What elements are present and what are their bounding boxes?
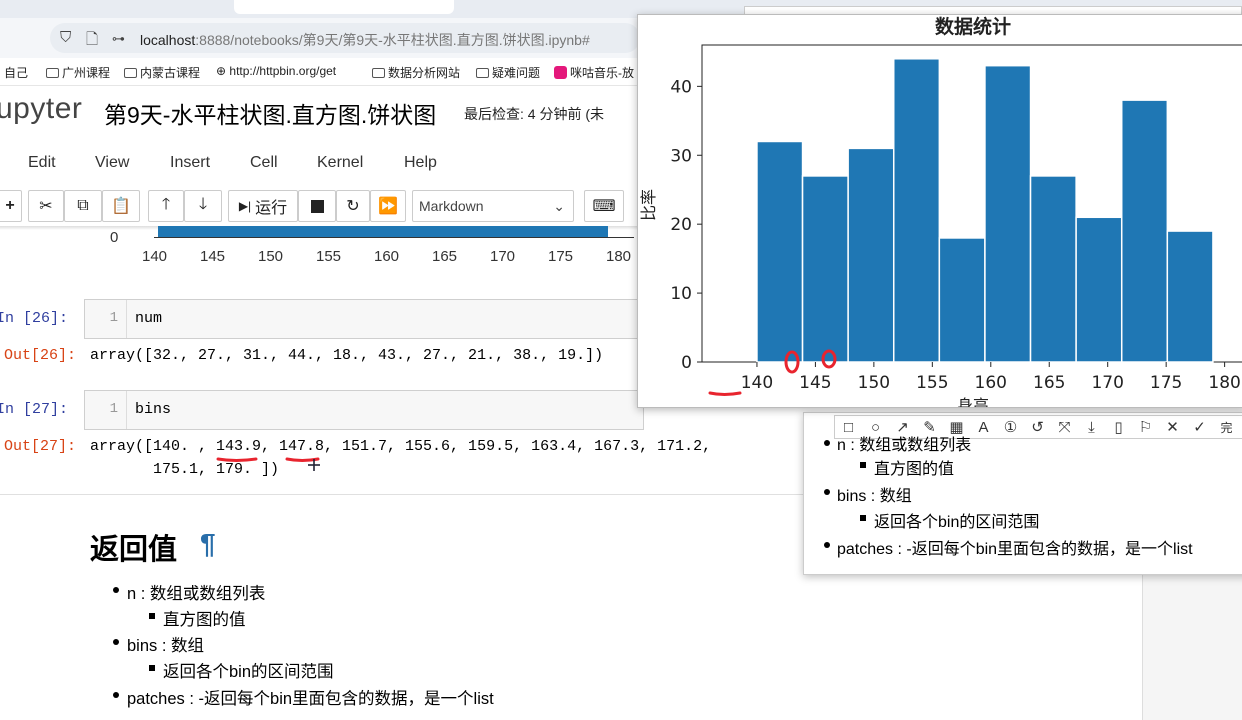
x-tick-label: 150 [858,373,890,393]
x-tick-label: 140 [741,373,773,393]
list-item-patches: patches : -返回每个bin里面包含的数据，是一个list [127,690,494,708]
annotation-underline [216,457,258,462]
bullet [824,542,830,548]
x-tick-label: 180 [1208,373,1240,393]
histogram-bar [1075,216,1123,363]
x-tick-label: 175 [1150,373,1182,393]
histogram-bar [984,64,1032,363]
list-item-bins: bins : 数组 [837,488,912,505]
close-icon[interactable]: ✕ [1159,418,1186,436]
histogram-bar [1166,230,1214,363]
check-icon[interactable]: ✓ [1186,418,1213,436]
bullet-square [860,515,866,521]
histogram-chart: 数据统计 0 10 20 30 40 140 145 150 155 160 165 170 175 180… [639,15,1242,408]
x-tick-label: 155 [916,373,948,393]
y-tick-label: 40 [670,77,692,97]
chart-title: 数据统计 [935,15,1011,38]
bullet-square [149,665,155,671]
text-icon[interactable]: A [970,419,997,436]
histogram-bar [801,175,849,363]
bullet [113,639,119,645]
bullet-square [860,462,866,468]
y-tick-label: 10 [670,284,692,304]
list-item-n: n : 数组或数组列表 [127,585,266,603]
bullet [113,587,119,593]
number-icon[interactable]: ① [997,418,1024,436]
x-axis-label: 身高 [957,396,989,408]
list-item-patches: patches : -返回每个bin里面包含的数据，是一个list [837,541,1193,558]
y-tick-label: 20 [670,215,692,235]
list-subitem: 返回各个bin的区间范围 [874,514,1040,531]
x-tick-label: 165 [1033,373,1065,393]
annotation-underline [708,391,742,396]
done-label[interactable]: 完 [1213,419,1240,436]
x-tick-label: 160 [975,373,1007,393]
histogram-bar [847,147,895,363]
histogram-bar [1029,175,1077,363]
figure-window: 数据统计 0 10 20 30 40 140 145 150 155 160 165 170 175 180… [637,14,1242,408]
bullet [824,489,830,495]
ocr-icon[interactable]: ⤧ [1051,419,1078,436]
undo-icon[interactable]: ↺ [1024,418,1051,436]
list-subitem: 返回各个bin的区间范围 [163,663,334,681]
bullet [113,692,119,698]
screenshot-preview-window: □ ○ ↗ ✎ ▦ A ① ↺ ⤧ ⤓ ▯ ⚐ ✕ ✓ 完 n : 数组或数组列… [803,412,1242,575]
bullet-square [149,613,155,619]
x-tick-label: 170 [1091,373,1123,393]
download-icon[interactable]: ⤓ [1078,419,1105,436]
x-tick-label: 145 [799,373,831,393]
y-tick-label: 30 [670,146,692,166]
histogram-bar [1120,99,1169,363]
list-item-bins: bins : 数组 [127,637,205,655]
list-subitem: 直方图的值 [874,461,955,478]
bullet [824,440,830,446]
histogram-bar [756,140,804,363]
y-axis-label: 比率 [639,189,658,221]
anchor-link[interactable]: ¶ [200,528,216,560]
list-item-n: n : 数组或数组列表 [837,437,972,454]
y-tick-label: 0 [681,353,692,373]
histogram-bar [892,58,941,363]
phone-icon[interactable]: ▯ [1105,418,1132,436]
histogram-bar [938,237,986,363]
markdown-heading: 返回值 [90,534,178,566]
list-subitem: 直方图的值 [163,611,246,629]
bookmark-icon[interactable]: ⚐ [1132,418,1159,436]
